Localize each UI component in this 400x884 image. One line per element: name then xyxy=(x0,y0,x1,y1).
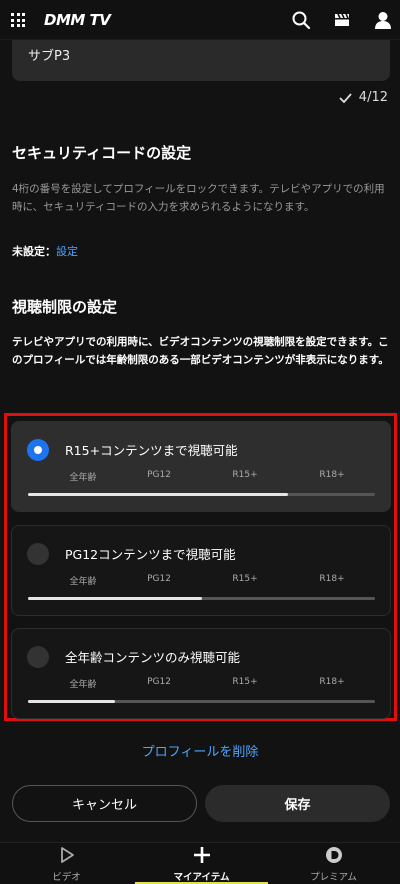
plus-icon xyxy=(193,847,210,863)
rating-option-r15[interactable]: R15+コンテンツまで視聴可能 全年齢 PG12 R15+ R18+ xyxy=(11,421,391,512)
grid-menu-icon[interactable] xyxy=(11,13,25,27)
rating-option-all-ages[interactable]: 全年齢コンテンツのみ視聴可能 全年齢 PG12 R15+ R18+ xyxy=(11,628,391,719)
security-section-title: セキュリティコードの設定 xyxy=(12,144,192,162)
security-set-link[interactable]: 設定 xyxy=(56,245,78,258)
radio-selected-icon[interactable] xyxy=(27,439,49,461)
tick-label: PG12 xyxy=(147,574,171,584)
rating-option-pg12[interactable]: PG12コンテンツまで視聴可能 全年齢 PG12 R15+ R18+ xyxy=(11,525,391,616)
name-length-counter: 4/12 xyxy=(339,90,388,105)
rating-level-fill xyxy=(28,597,202,600)
security-status: 未設定：設定 xyxy=(12,243,78,259)
radio-unselected-icon[interactable] xyxy=(27,646,49,668)
counter-text: 4/12 xyxy=(358,90,388,105)
check-icon xyxy=(339,93,352,103)
security-status-label: 未設定： xyxy=(12,245,56,258)
rating-option-label: R15+コンテンツまで視聴可能 xyxy=(65,443,238,458)
tick-label: PG12 xyxy=(147,677,171,687)
tick-label: 全年齢 xyxy=(69,473,97,483)
rating-level-fill xyxy=(28,493,289,496)
viewing-limit-section-title: 視聴制限の設定 xyxy=(12,298,118,316)
nav-item-my-items[interactable]: マイアイテム xyxy=(135,843,268,884)
clapperboard-icon[interactable] xyxy=(332,10,352,30)
rating-option-label: 全年齢コンテンツのみ視聴可能 xyxy=(65,650,241,665)
profile-name-value: サブP3 xyxy=(28,49,71,64)
bottom-navigation: ビデオ マイアイテム プレミアム xyxy=(0,842,400,884)
app-header: DMM TV xyxy=(0,0,400,40)
play-icon xyxy=(60,847,74,863)
profile-name-input[interactable]: サブP3 xyxy=(12,40,390,81)
tick-label: R15+ xyxy=(232,470,258,480)
rating-scale-labels: 全年齢 PG12 R15+ R18+ xyxy=(12,470,392,484)
save-button[interactable]: 保存 xyxy=(205,785,390,822)
rating-scale-labels: 全年齢 PG12 R15+ R18+ xyxy=(12,677,392,691)
radio-unselected-icon[interactable] xyxy=(27,543,49,565)
nav-item-premium[interactable]: プレミアム xyxy=(267,843,400,884)
nav-label: プレミアム xyxy=(310,872,357,883)
security-description: 4桁の番号を設定してプロフィールをロックできます。テレビやアプリでの利用時に、セ… xyxy=(12,183,385,213)
rating-level-bar xyxy=(28,493,375,496)
tick-label: R18+ xyxy=(319,677,345,687)
tick-label: 全年齢 xyxy=(69,577,97,587)
tick-label: PG12 xyxy=(147,470,171,480)
rating-scale-labels: 全年齢 PG12 R15+ R18+ xyxy=(12,574,392,588)
premium-icon xyxy=(325,847,342,863)
rating-level-fill xyxy=(28,700,115,703)
rating-level-bar xyxy=(28,597,375,600)
nav-item-video[interactable]: ビデオ xyxy=(0,843,133,884)
tick-label: R15+ xyxy=(232,677,258,687)
rating-option-label: PG12コンテンツまで視聴可能 xyxy=(65,547,236,562)
search-icon[interactable] xyxy=(291,10,311,30)
nav-label: マイアイテム xyxy=(173,872,230,883)
app-logo[interactable]: DMM TV xyxy=(44,11,111,29)
tick-label: R15+ xyxy=(232,574,258,584)
user-icon[interactable] xyxy=(373,10,393,30)
cancel-button[interactable]: キャンセル xyxy=(12,785,197,822)
tick-label: 全年齢 xyxy=(69,680,97,690)
delete-profile-link[interactable]: プロフィールを削除 xyxy=(0,741,400,760)
nav-label: ビデオ xyxy=(52,872,81,883)
tick-label: R18+ xyxy=(319,574,345,584)
tick-label: R18+ xyxy=(319,470,345,480)
viewing-limit-description: テレビやアプリでの利用時に、ビデオコンテンツの視聴制限を設定できます。このプロフ… xyxy=(12,336,389,366)
rating-level-bar xyxy=(28,700,375,703)
